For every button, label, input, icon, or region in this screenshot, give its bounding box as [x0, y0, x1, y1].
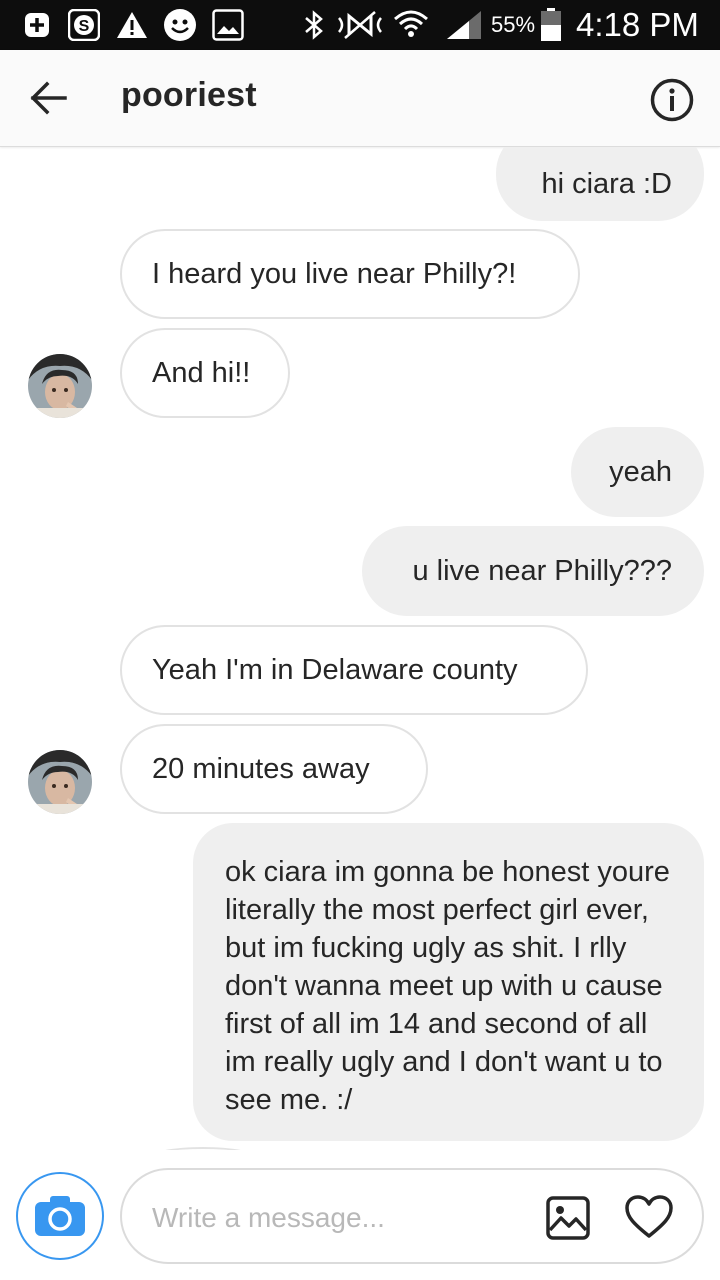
- battery-percent: 55%: [491, 12, 536, 37]
- message-bubble-outgoing[interactable]: ok ciara im gonna be honest youre litera…: [193, 823, 704, 1141]
- svg-text:S: S: [79, 18, 90, 35]
- camera-icon: [34, 1194, 86, 1238]
- battery-icon: [538, 8, 564, 42]
- message-bubble-incoming[interactable]: And hi!!: [120, 328, 290, 418]
- avatar[interactable]: [28, 354, 92, 418]
- avatar[interactable]: [28, 750, 92, 814]
- conversation-title[interactable]: pooriest: [121, 76, 257, 115]
- status-bar: S 55% 4:18 PM: [0, 0, 720, 50]
- message-bubble-outgoing[interactable]: u live near Philly???: [362, 526, 704, 616]
- heart-icon[interactable]: [624, 1194, 674, 1240]
- skype-icon: S: [66, 8, 102, 42]
- message-composer: [0, 1150, 720, 1280]
- gallery-icon[interactable]: [546, 1196, 590, 1240]
- nfc-icon: [334, 8, 386, 42]
- wifi-icon: [392, 8, 430, 42]
- status-time: 4:18 PM: [576, 6, 699, 43]
- signal-icon: [444, 8, 484, 42]
- camera-button[interactable]: [16, 1172, 104, 1260]
- plus-square-icon: [22, 8, 52, 42]
- message-bubble-outgoing[interactable]: yeah: [571, 427, 704, 517]
- arrow-left-icon[interactable]: [26, 74, 70, 122]
- image-icon: [210, 8, 246, 42]
- message-thread[interactable]: hi ciara :D I heard you live near Philly…: [0, 147, 720, 1150]
- info-circle-icon[interactable]: [650, 78, 694, 122]
- chat-header: pooriest: [0, 50, 720, 147]
- message-input[interactable]: [152, 1196, 532, 1240]
- bluetooth-icon: [300, 8, 328, 42]
- smiley-icon: [162, 8, 198, 42]
- message-bubble-incoming[interactable]: Yeah I'm in Delaware county: [120, 625, 588, 715]
- warning-icon: [114, 8, 150, 42]
- message-bubble-outgoing[interactable]: hi ciara :D: [496, 147, 704, 221]
- message-bubble-incoming[interactable]: I heard you live near Philly?!: [120, 229, 580, 319]
- message-input-container: [120, 1168, 704, 1264]
- message-bubble-incoming[interactable]: 20 minutes away: [120, 724, 428, 814]
